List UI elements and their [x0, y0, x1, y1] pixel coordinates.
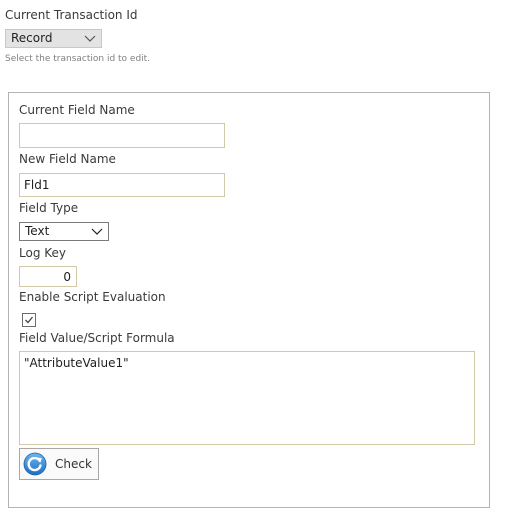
- transaction-id-label: Current Transaction Id: [5, 8, 138, 22]
- chevron-down-icon: [84, 35, 96, 42]
- chevron-down-icon: [91, 228, 103, 235]
- current-field-name-label: Current Field Name: [19, 103, 135, 117]
- refresh-icon: [23, 452, 47, 476]
- log-key-label: Log Key: [19, 246, 67, 260]
- current-field-name-input[interactable]: [19, 123, 225, 148]
- enable-script-checkbox[interactable]: [22, 313, 36, 327]
- formula-label: Field Value/Script Formula: [19, 331, 175, 345]
- log-key-input[interactable]: [19, 266, 77, 287]
- enable-script-label: Enable Script Evaluation: [19, 290, 166, 304]
- check-button[interactable]: Check: [19, 448, 99, 480]
- field-type-select[interactable]: Text: [19, 222, 109, 241]
- check-button-label: Check: [55, 457, 92, 471]
- new-field-name-label: New Field Name: [19, 152, 116, 166]
- new-field-name-input[interactable]: [19, 173, 225, 197]
- transaction-id-select[interactable]: Record: [5, 29, 102, 48]
- checkmark-icon: [25, 316, 34, 324]
- field-type-selected-value: Text: [25, 224, 50, 238]
- transaction-id-hint: Select the transaction id to edit.: [5, 54, 151, 64]
- formula-textarea[interactable]: "AttributeValue1": [19, 351, 475, 445]
- field-type-label: Field Type: [19, 201, 79, 215]
- transaction-id-selected-value: Record: [11, 31, 53, 45]
